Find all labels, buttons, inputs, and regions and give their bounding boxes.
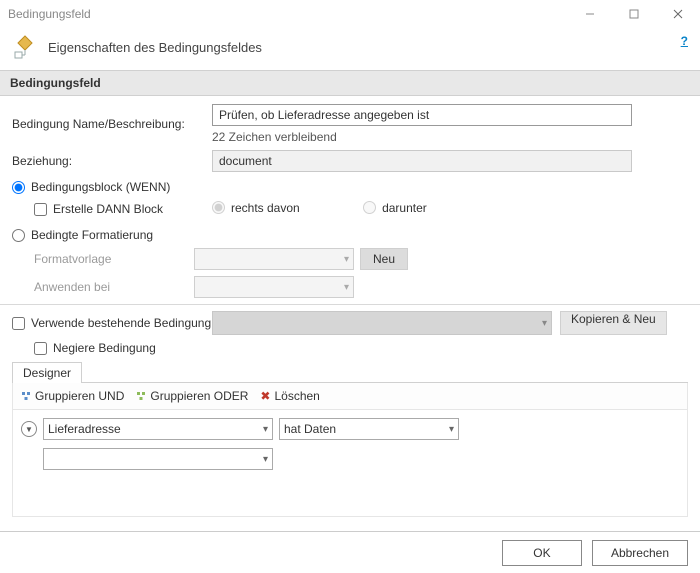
condition-name-input[interactable] [212, 104, 632, 126]
label-name-desc: Bedingung Name/Beschreibung: [12, 117, 212, 131]
row-format-template: Formatvorlage ▾ Neu [12, 248, 688, 270]
chevron-down-icon: ▾ [449, 424, 454, 435]
chevron-down-icon: ▾ [344, 282, 349, 293]
radio-below-label: darunter [382, 201, 427, 215]
use-existing-input[interactable] [12, 317, 25, 330]
collapse-toggle[interactable]: ▼ [21, 421, 37, 437]
designer-body: ▼ Lieferadresse ▾ hat Daten ▾ ▾ [13, 410, 687, 486]
help-button[interactable]: ? [681, 34, 688, 48]
negate-input[interactable] [34, 342, 47, 355]
close-icon [673, 9, 683, 19]
cancel-button[interactable]: Abbrechen [592, 540, 688, 566]
separator [0, 304, 700, 305]
row-create-then: Erstelle DANN Block rechts davon darunte… [12, 198, 688, 220]
radio-conditional-formatting-label: Bedingte Formatierung [31, 228, 153, 242]
row-use-existing: Verwende bestehende Bedingung ▾ Kopieren… [12, 311, 688, 335]
row-name-desc: Bedingung Name/Beschreibung: 22 Zeichen … [12, 104, 688, 144]
existing-condition-dropdown: ▾ [212, 311, 552, 335]
condition-row-empty: ▾ [21, 448, 679, 470]
use-existing-label: Verwende bestehende Bedingung [31, 316, 211, 330]
group-or-button[interactable]: Gruppieren ODER [136, 389, 248, 403]
radio-block-wenn-input[interactable] [12, 181, 25, 194]
group-or-icon [136, 391, 146, 401]
label-relation: Beziehung: [12, 154, 212, 168]
operator-dropdown[interactable]: hat Daten ▾ [279, 418, 459, 440]
field-value: Lieferadresse [48, 422, 121, 436]
create-then-label: Erstelle DANN Block [53, 202, 163, 216]
radio-right-of: rechts davon [212, 201, 300, 215]
chevron-down-icon: ▾ [344, 254, 349, 265]
maximize-button[interactable] [612, 0, 656, 28]
condition-field-icon [12, 34, 38, 60]
copy-and-new-button: Kopieren & Neu [560, 311, 667, 335]
designer-tabstrip: Designer [12, 361, 688, 383]
delete-button[interactable]: ✖ Löschen [260, 389, 319, 403]
create-then-input[interactable] [34, 203, 47, 216]
operator-value: hat Daten [284, 422, 336, 436]
minimize-button[interactable] [568, 0, 612, 28]
create-then-checkbox[interactable]: Erstelle DANN Block [34, 202, 212, 216]
group-and-icon [21, 391, 31, 401]
delete-icon: ✖ [260, 389, 270, 403]
condition-row: ▼ Lieferadresse ▾ hat Daten ▾ [21, 418, 679, 440]
row-apply-at: Anwenden bei ▾ [12, 276, 688, 298]
maximize-icon [629, 9, 639, 19]
radio-below-input [363, 201, 376, 214]
radio-conditional-formatting-input[interactable] [12, 229, 25, 242]
label-apply-at: Anwenden bei [34, 280, 194, 294]
dialog-footer: OK Abbrechen [0, 531, 700, 573]
radio-right-of-label: rechts davon [231, 201, 300, 215]
radio-right-of-input [212, 201, 225, 214]
empty-dropdown[interactable]: ▾ [43, 448, 273, 470]
format-template-dropdown: ▾ [194, 248, 354, 270]
remaining-chars: 22 Zeichen verbleibend [212, 130, 688, 144]
label-format-template: Formatvorlage [34, 252, 194, 266]
designer-panel: Gruppieren UND Gruppieren ODER ✖ Löschen… [12, 383, 688, 517]
designer-toolbar: Gruppieren UND Gruppieren ODER ✖ Löschen [13, 383, 687, 410]
use-existing-checkbox[interactable]: Verwende bestehende Bedingung [12, 316, 212, 330]
radio-conditional-formatting[interactable]: Bedingte Formatierung [12, 228, 688, 242]
radio-block-wenn[interactable]: Bedingungsblock (WENN) [12, 180, 688, 194]
negate-label: Negiere Bedingung [53, 341, 156, 355]
chevron-down-icon: ▾ [263, 454, 268, 465]
row-relation: Beziehung: document [12, 150, 688, 172]
new-format-button: Neu [360, 248, 408, 270]
radio-block-wenn-label: Bedingungsblock (WENN) [31, 180, 170, 194]
window-title: Bedingungsfeld [8, 7, 91, 21]
chevron-down-icon: ▾ [263, 424, 268, 435]
field-dropdown[interactable]: Lieferadresse ▾ [43, 418, 273, 440]
relation-value: document [219, 154, 272, 168]
ok-button[interactable]: OK [502, 540, 582, 566]
window-controls [568, 0, 700, 28]
dialog-header: Eigenschaften des Bedingungsfeldes ? [0, 28, 700, 70]
window-titlebar: Bedingungsfeld [0, 0, 700, 28]
group-and-button[interactable]: Gruppieren UND [21, 389, 124, 403]
radio-below: darunter [363, 201, 427, 215]
close-button[interactable] [656, 0, 700, 28]
negate-condition-checkbox[interactable]: Negiere Bedingung [34, 341, 688, 355]
dialog-title: Eigenschaften des Bedingungsfeldes [48, 40, 262, 55]
tab-designer[interactable]: Designer [12, 362, 82, 383]
dialog-body: Bedingung Name/Beschreibung: 22 Zeichen … [0, 96, 700, 521]
chevron-down-icon: ▾ [542, 318, 547, 329]
section-title: Bedingungsfeld [0, 70, 700, 96]
minimize-icon [585, 9, 595, 19]
relation-field: document [212, 150, 632, 172]
apply-at-dropdown: ▾ [194, 276, 354, 298]
